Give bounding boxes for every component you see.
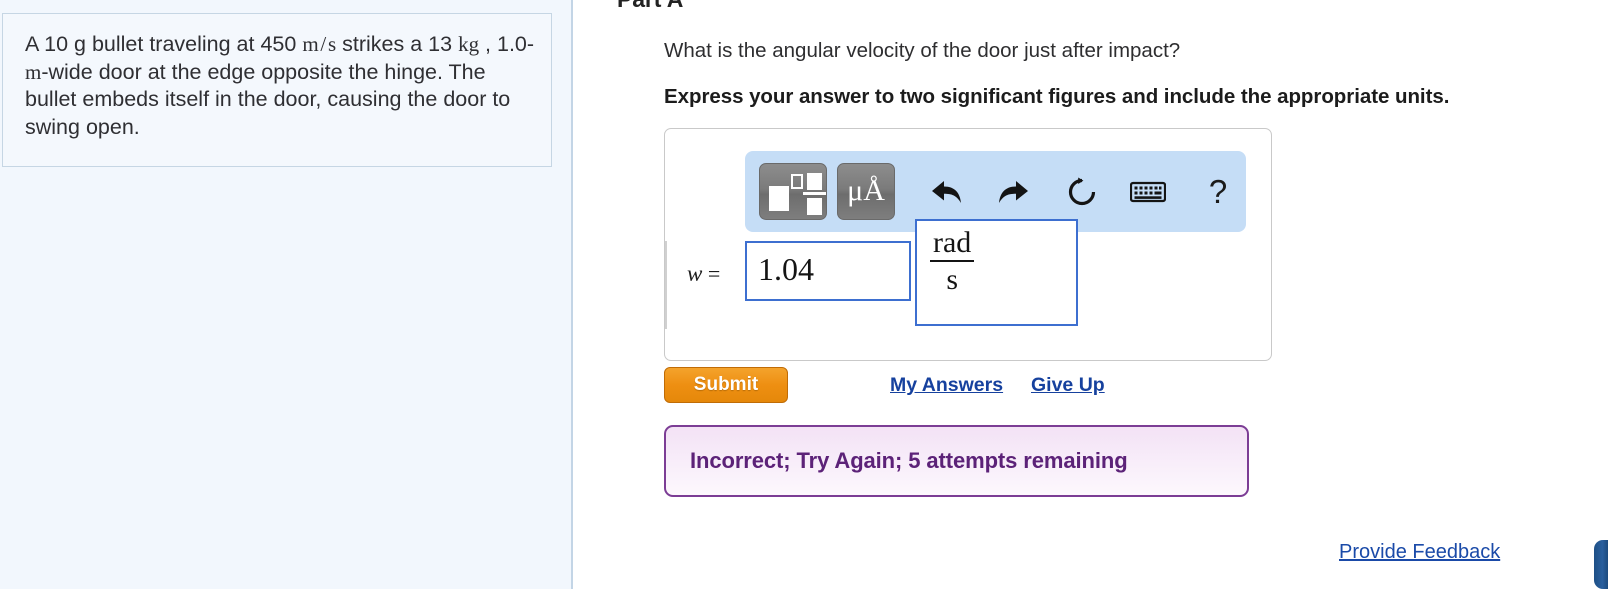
answer-value-input[interactable]	[745, 241, 911, 301]
unit-m-per-s: m / s	[302, 32, 337, 56]
unit-m: m	[25, 59, 42, 84]
submit-button[interactable]: Submit	[664, 367, 788, 403]
help-glyph: ?	[1208, 173, 1228, 210]
template-square-icon	[769, 186, 789, 211]
answer-panel: Part A What is the angular velocity of t…	[575, 0, 1608, 589]
template-fraction-bar-icon	[803, 192, 826, 195]
give-up-link[interactable]: Give Up	[1031, 374, 1105, 397]
page-title: Part A	[617, 0, 683, 13]
template-fraction-denominator-icon	[807, 198, 822, 215]
help-icon[interactable]: ?	[1192, 163, 1244, 220]
template-superscript-icon	[791, 174, 803, 189]
feedback-banner: Incorrect; Try Again; 5 attempts remaini…	[664, 425, 1249, 497]
my-answers-link[interactable]: My Answers	[890, 374, 1003, 397]
answer-instruction: Express your answer to two significant f…	[664, 85, 1450, 108]
answer-entry-box: μÅ ? w = 1.04 rad s	[664, 128, 1272, 361]
template-fraction-numerator-icon	[807, 173, 822, 190]
answer-units-field[interactable]: rad s	[915, 219, 1078, 326]
reset-refresh-icon[interactable]	[1056, 163, 1108, 220]
provide-feedback-link[interactable]: Provide Feedback	[1339, 541, 1500, 564]
side-tab-handle[interactable]	[1594, 540, 1608, 589]
keyboard-icon[interactable]	[1122, 163, 1174, 220]
problem-statement-text: A 10 g bullet traveling at 450 m / s str…	[25, 32, 535, 139]
problem-statement-box: A 10 g bullet traveling at 450 m / s str…	[2, 13, 552, 167]
units-glyph-label: μÅ	[847, 173, 885, 207]
math-template-icon[interactable]	[759, 163, 827, 220]
variable-symbol: w	[687, 261, 703, 286]
feedback-message: Incorrect; Try Again; 5 attempts remaini…	[690, 448, 1128, 473]
problem-panel: A 10 g bullet traveling at 450 m / s str…	[0, 0, 573, 589]
question-prompt: What is the angular velocity of the door…	[664, 39, 1181, 62]
units-denominator: s	[946, 263, 958, 297]
units-numerator: rad	[930, 226, 975, 263]
units-mu-angstrom-icon[interactable]: μÅ	[837, 163, 895, 220]
variable-label: w =	[687, 261, 720, 287]
units-fraction: rad s	[930, 226, 975, 297]
equals-sign: =	[707, 261, 721, 286]
redo-icon[interactable]	[988, 163, 1040, 220]
unit-kg: kg	[458, 32, 480, 56]
answer-input-row: w = rad s	[665, 219, 1271, 349]
undo-icon[interactable]	[920, 163, 972, 220]
